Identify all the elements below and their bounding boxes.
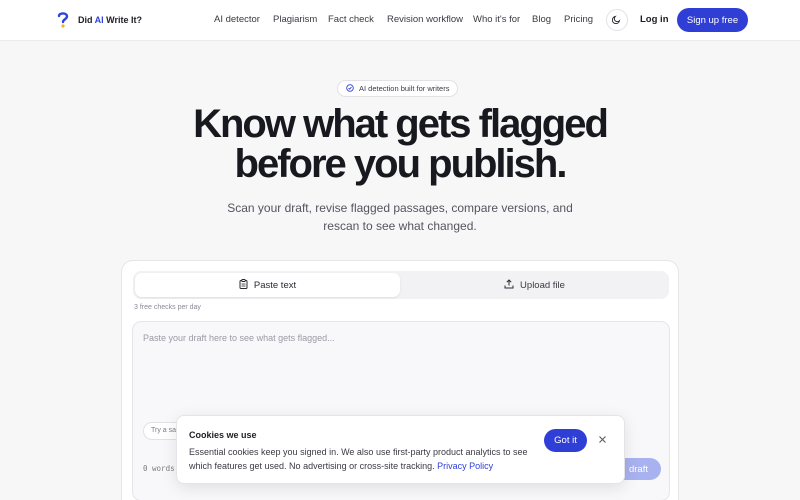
tab-upload-file-label: Upload file xyxy=(520,279,565,291)
top-nav: Did AI Write It? AI detector Plagiarism … xyxy=(0,0,800,41)
cookie-banner: Cookies we use Essential cookies keep yo… xyxy=(176,415,625,484)
theme-toggle-button[interactable] xyxy=(606,9,628,31)
hero-badge: AI detection built for writers xyxy=(337,80,459,97)
tab-paste-text-label: Paste text xyxy=(253,279,297,291)
nav-link-revision-workflow[interactable]: Revision workflow xyxy=(387,14,463,25)
word-count: 0 words xyxy=(143,464,175,473)
nav-link-pricing[interactable]: Pricing xyxy=(564,14,593,25)
moon-icon xyxy=(611,11,622,29)
signup-button[interactable]: Sign up free xyxy=(677,8,748,32)
login-link[interactable]: Log in xyxy=(640,14,669,25)
tab-paste-text[interactable]: Paste text xyxy=(135,273,400,297)
nav-link-plagiarism[interactable]: Plagiarism xyxy=(273,14,317,25)
brand-logo[interactable]: Did AI Write It? xyxy=(56,11,142,29)
privacy-policy-link[interactable]: Privacy Policy xyxy=(437,461,493,471)
tab-upload-file[interactable]: Upload file xyxy=(402,273,667,297)
clipboard-icon xyxy=(239,278,248,292)
nav-link-ai-detector[interactable]: AI detector xyxy=(214,14,260,25)
upload-icon xyxy=(504,278,514,292)
question-mark-logo-icon xyxy=(56,11,70,29)
check-circle-icon xyxy=(346,83,354,94)
cookie-title: Cookies we use xyxy=(189,430,257,440)
hero-badge-label: AI detection built for writers xyxy=(359,84,450,93)
nav-link-who-its-for[interactable]: Who it's for xyxy=(473,14,520,25)
cookie-close-button[interactable] xyxy=(595,433,609,447)
cookie-accept-button[interactable]: Got it xyxy=(544,429,587,452)
draft-input[interactable] xyxy=(133,322,669,422)
brand-name: Did AI Write It? xyxy=(78,15,143,25)
nav-link-blog[interactable]: Blog xyxy=(532,14,551,25)
free-checks-note: 3 free checks per day xyxy=(134,304,201,311)
nav-link-fact-check[interactable]: Fact check xyxy=(328,14,374,25)
hero-title: Know what gets flagged before you publis… xyxy=(193,102,609,186)
input-mode-tabs: Paste text Upload file xyxy=(133,271,669,299)
hero-subtitle: Scan your draft, revise flagged passages… xyxy=(227,201,573,233)
close-icon xyxy=(598,431,607,449)
cookie-body: Essential cookies keep you signed in. We… xyxy=(189,447,528,471)
